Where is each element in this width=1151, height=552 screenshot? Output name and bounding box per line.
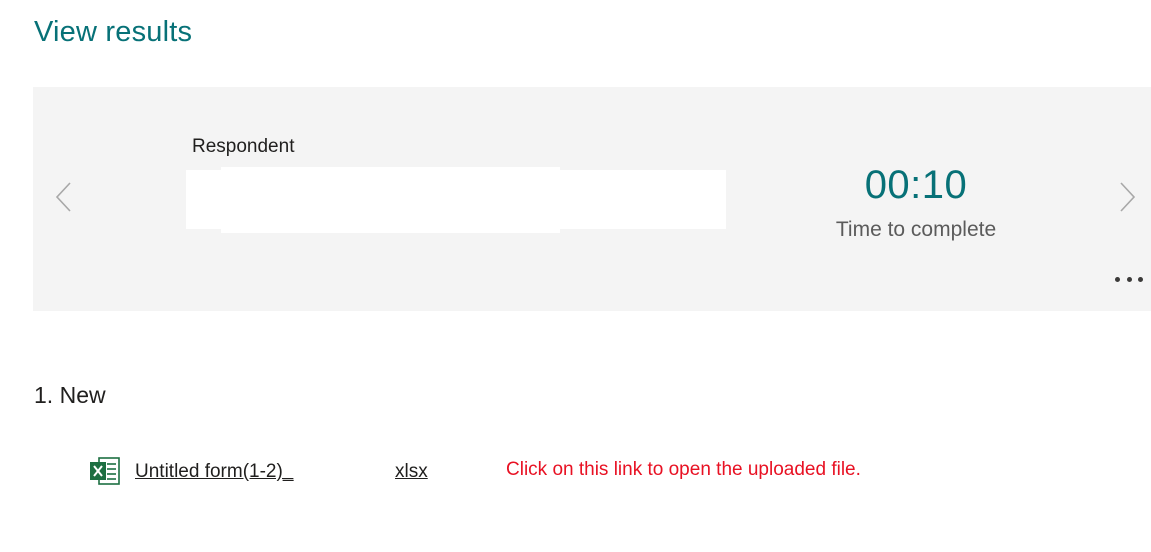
more-horizontal-icon (1126, 276, 1132, 282)
more-horizontal-icon (1115, 276, 1120, 282)
more-horizontal-icon (1138, 276, 1143, 282)
previous-response-button[interactable] (52, 180, 78, 214)
respondent-field-edge (221, 229, 560, 233)
uploaded-file-row: Untitled form(1-2)_ xlsx Click on this l… (89, 456, 989, 488)
respondent-label: Respondent (192, 136, 295, 157)
time-to-complete-label: Time to complete (835, 218, 997, 241)
page-title: View results (34, 16, 193, 48)
uploaded-file-link[interactable]: Untitled form(1-2)_ (135, 461, 293, 483)
chevron-right-icon (1120, 182, 1136, 212)
question-number: 1. (34, 382, 54, 408)
question-heading: 1. New (34, 382, 106, 409)
annotation-hint: Click on this link to open the uploaded … (506, 459, 861, 480)
excel-file-icon (90, 457, 120, 485)
chevron-left-icon (55, 182, 71, 212)
more-options-button[interactable] (1115, 271, 1143, 287)
time-to-complete-value: 00:10 (864, 163, 968, 207)
respondent-field-edge (221, 167, 560, 170)
respondent-summary-card: Respondent 00:10 Time to complete (33, 87, 1151, 311)
respondent-name-field (186, 167, 726, 233)
question-title: New (59, 382, 106, 408)
uploaded-file-extension-link[interactable]: xlsx (395, 461, 428, 483)
next-response-button[interactable] (1113, 180, 1139, 214)
view-results-page: View results Respondent 00:10 Time to co… (0, 0, 1151, 552)
